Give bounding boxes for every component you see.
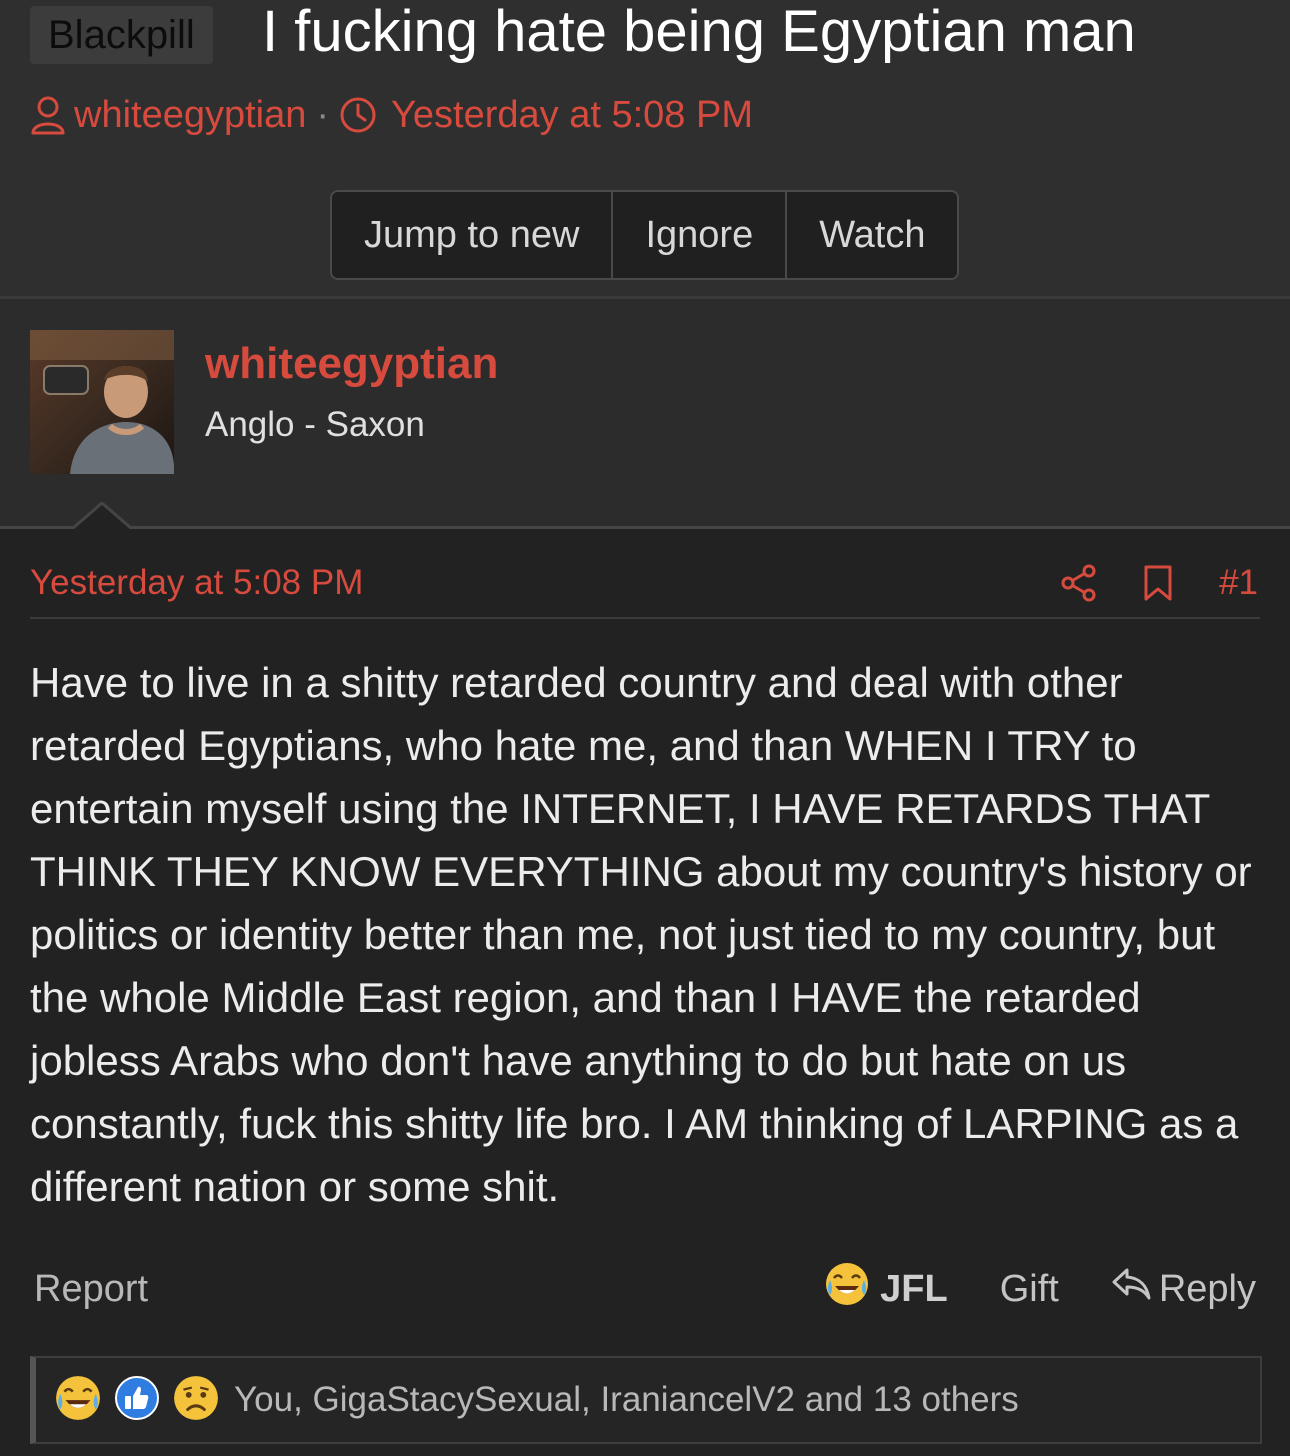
reaction-label: JFL — [880, 1267, 948, 1310]
joy-emoji-icon — [54, 1374, 114, 1427]
post-footer: Report JFL Gift Reply — [0, 1261, 1290, 1317]
post-message: Yesterday at 5:08 PM #1 Have to live in … — [0, 529, 1290, 1456]
author-user-title: Anglo - Saxon — [205, 405, 425, 444]
ignore-button[interactable]: Ignore — [613, 192, 788, 278]
clock-icon — [339, 96, 377, 134]
post-body-text: Have to live in a shitty retarded countr… — [30, 659, 1252, 1210]
bookmark-icon[interactable] — [1143, 564, 1173, 602]
reply-icon — [1111, 1266, 1151, 1312]
reactions-bar[interactable]: You, GigaStacySexual, IraniancelV2 and 1… — [30, 1356, 1262, 1444]
watch-button[interactable]: Watch — [787, 192, 958, 278]
reaction-button[interactable]: JFL — [824, 1261, 948, 1317]
like-icon — [114, 1375, 172, 1426]
thread-date-link[interactable]: Yesterday at 5:08 PM — [391, 92, 753, 138]
jump-to-new-button[interactable]: Jump to new — [332, 192, 614, 278]
avatar[interactable] — [30, 330, 174, 474]
thread-header: Blackpill I fucking hate being Egyptian … — [0, 0, 1290, 298]
thread-button-group: Jump to new Ignore Watch — [330, 190, 960, 280]
post-date-link[interactable]: Yesterday at 5:08 PM — [30, 561, 363, 605]
thread-meta: whiteegyptian · Yesterday at 5:08 PM — [30, 92, 753, 138]
gift-link[interactable]: Gift — [1000, 1268, 1059, 1311]
sad-emoji-icon — [172, 1374, 232, 1427]
author-username[interactable]: whiteegyptian — [205, 337, 498, 391]
post-footer-actions: JFL Gift Reply — [824, 1261, 1256, 1317]
user-icon — [30, 95, 66, 135]
post-number-link[interactable]: #1 — [1219, 563, 1258, 603]
post-header-divider — [30, 617, 1260, 619]
reply-label: Reply — [1158, 1267, 1256, 1310]
post-actions: #1 — [1061, 559, 1258, 607]
meta-separator: · — [316, 94, 330, 136]
post-author-block: whiteegyptian Anglo - Saxon — [0, 299, 1290, 528]
author-pointer-arrow — [72, 502, 132, 530]
reply-button[interactable]: Reply — [1111, 1266, 1256, 1312]
thread-prefix-label[interactable]: Blackpill — [30, 6, 213, 64]
thread-author-link[interactable]: whiteegyptian — [74, 92, 306, 138]
joy-emoji-icon — [824, 1261, 870, 1317]
reaction-icons — [54, 1374, 232, 1427]
report-link[interactable]: Report — [34, 1261, 148, 1317]
thread-title: I fucking hate being Egyptian man — [262, 0, 1136, 64]
reactions-summary[interactable]: You, GigaStacySexual, IraniancelV2 and 1… — [234, 1380, 1019, 1420]
share-icon[interactable] — [1061, 564, 1097, 602]
